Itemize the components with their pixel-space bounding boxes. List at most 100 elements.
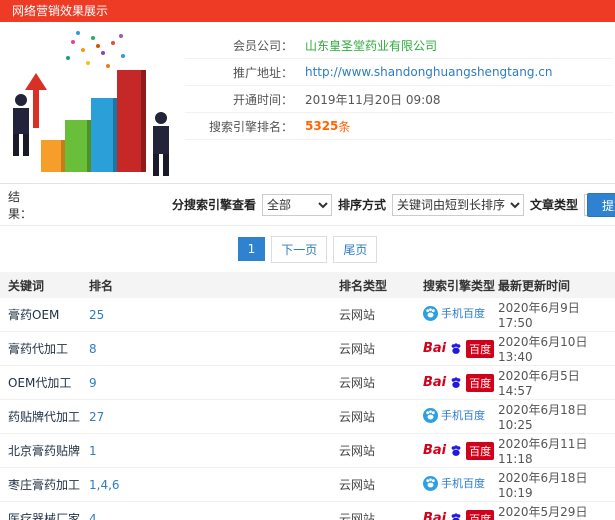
mobile-baidu-paw-icon [423, 475, 438, 491]
baidu-paw-icon [451, 444, 461, 456]
col-rank: 排名 [88, 272, 338, 298]
updated-time: 2020年6月18日 10:25 [498, 403, 588, 432]
rank-count-label: 搜索引擎排名： [208, 119, 293, 134]
page-title-bar: 网络营销效果展示 [0, 0, 615, 22]
rank-type: 云网站 [339, 444, 376, 458]
table-row: 膏药代加工 8 云网站 手机百度 Bai [0, 331, 615, 366]
page-number-current[interactable]: 1 [237, 237, 266, 261]
page-title: 网络营销效果展示 [12, 4, 109, 18]
promo-url-label: 推广地址： [232, 65, 293, 80]
baidu-paw-icon [451, 342, 461, 354]
pagination: 1 下一页 尾页 [0, 226, 615, 272]
keyword-link[interactable]: 膏药OEM [8, 308, 59, 322]
baidu-badge: Bai 百度 [423, 373, 495, 392]
article-type-label: 文章类型 [530, 198, 579, 212]
mobile-baidu-label: 手机百度 [441, 477, 485, 491]
mobile-baidu-paw-icon [423, 305, 438, 321]
col-updated: 最新更新时间 [497, 272, 615, 298]
info-row-company: 会员公司： 山东皇圣堂药业有限公司 [185, 32, 613, 59]
mobile-baidu-badge: 手机百度 [423, 475, 485, 491]
member-info-list: 会员公司： 山东皇圣堂药业有限公司 推广地址： http://www.shand… [185, 22, 615, 183]
promo-url-link[interactable]: http://www.shandonghuangshengtang.cn [305, 65, 552, 79]
rank-count-value: 5325 [305, 119, 339, 133]
col-keyword: 关键词 [0, 272, 88, 298]
result-label: 结果： [8, 189, 33, 221]
rank-type: 云网站 [339, 478, 376, 492]
info-row-rank-count: 搜索引擎排名： 5325 条 [185, 113, 613, 140]
keyword-link[interactable]: 膏药代加工 [8, 342, 68, 356]
member-info-section: 会员公司： 山东皇圣堂药业有限公司 推广地址： http://www.shand… [0, 22, 615, 184]
table-row: 枣庄膏药加工 1,4,6 云网站 手机百度 Bai [0, 467, 615, 502]
rank-type: 云网站 [339, 512, 376, 520]
baidu-logo-cjk: 百度 [466, 509, 495, 520]
bar-chart-illustration [12, 30, 169, 176]
mobile-baidu-label: 手机百度 [441, 409, 485, 423]
table-header-row: 关键词 排名 排名类型 搜索引擎类型 最新更新时间 [0, 272, 615, 298]
engine-filter-label: 分搜索引擎查看 [172, 198, 257, 212]
rank-link[interactable]: 8 [89, 342, 97, 356]
engine-filter-select[interactable]: 全部 [262, 193, 333, 216]
baidu-badge: Bai 百度 [423, 339, 495, 358]
open-time-value: 2019年11月20日 09:08 [305, 92, 441, 107]
table-row: 药贴牌代加工 27 云网站 手机百度 Bai [0, 399, 615, 434]
page: 网络营销效果展示 会员公司： 山东皇圣堂药业有限公司 推广地址： http://… [0, 0, 615, 520]
keyword-link[interactable]: OEM代加工 [8, 376, 71, 390]
col-rank-type: 排名类型 [338, 272, 422, 298]
rank-type: 云网站 [339, 410, 376, 424]
baidu-logo-text: Bai [423, 375, 447, 390]
filter-bar: 结果： 分搜索引擎查看 全部 排序方式 关键词由短到长排序 文章类型 全部 提交 [0, 184, 615, 226]
rank-type: 云网站 [339, 308, 376, 322]
info-row-open-time: 开通时间： 2019年11月20日 09:08 [185, 86, 613, 113]
table-row: 医疗器械厂家 4 云网站 手机百度 Bai [0, 501, 615, 520]
baidu-badge: Bai 百度 [423, 441, 495, 460]
company-link[interactable]: 山东皇圣堂药业有限公司 [305, 37, 437, 54]
rank-link[interactable]: 1 [89, 444, 97, 458]
table-row: OEM代加工 9 云网站 手机百度 Bai [0, 365, 615, 400]
table-row: 膏药OEM 25 云网站 手机百度 Bai [0, 298, 615, 332]
last-page-button[interactable]: 尾页 [333, 235, 378, 263]
submit-button[interactable]: 提交 [587, 193, 615, 217]
updated-time: 2020年6月10日 13:40 [498, 335, 588, 364]
mobile-baidu-label: 手机百度 [441, 307, 485, 321]
baidu-logo-text: Bai [423, 443, 447, 458]
sort-filter-label: 排序方式 [338, 198, 387, 212]
mobile-baidu-badge: 手机百度 [423, 305, 485, 321]
rank-link[interactable]: 27 [89, 410, 104, 424]
open-time-label: 开通时间： [232, 92, 293, 107]
keyword-link[interactable]: 北京膏药贴牌 [8, 444, 80, 458]
table-row: 北京膏药贴牌 1 云网站 手机百度 Bai [0, 433, 615, 468]
baidu-paw-icon [451, 376, 461, 388]
company-label: 会员公司： [232, 38, 293, 53]
keyword-link[interactable]: 医疗器械厂家 [8, 512, 80, 520]
baidu-logo-text: Bai [423, 341, 447, 356]
next-page-button[interactable]: 下一页 [271, 235, 328, 263]
baidu-logo-text: Bai [423, 511, 447, 520]
rank-type: 云网站 [339, 342, 376, 356]
filter-controls: 分搜索引擎查看 全部 排序方式 关键词由短到长排序 文章类型 全部 [172, 193, 615, 216]
updated-time: 2020年6月18日 10:19 [498, 471, 588, 500]
table-body: 膏药OEM 25 云网站 手机百度 Bai [0, 298, 615, 520]
col-engine-type: 搜索引擎类型 [422, 272, 497, 298]
mobile-baidu-badge: 手机百度 [423, 407, 485, 423]
baidu-logo-cjk: 百度 [466, 373, 495, 392]
updated-time: 2020年5月29日 10:32 [498, 505, 588, 519]
ranking-table: 关键词 排名 排名类型 搜索引擎类型 最新更新时间 膏药OEM 25 云网站 手… [0, 272, 615, 520]
keyword-link[interactable]: 枣庄膏药加工 [8, 478, 80, 492]
baidu-badge: Bai 百度 [423, 509, 495, 520]
rank-link[interactable]: 9 [89, 376, 97, 390]
updated-time: 2020年6月11日 11:18 [498, 437, 588, 466]
mobile-baidu-paw-icon [423, 407, 438, 423]
info-row-url: 推广地址： http://www.shandonghuangshengtang.… [185, 59, 613, 86]
rank-link[interactable]: 25 [89, 308, 104, 322]
rank-count-suffix: 条 [338, 119, 351, 134]
rank-link[interactable]: 1,4,6 [89, 478, 120, 492]
rank-link[interactable]: 4 [89, 512, 97, 520]
baidu-paw-icon [451, 512, 461, 520]
updated-time: 2020年6月9日 17:50 [498, 301, 580, 330]
keyword-link[interactable]: 药贴牌代加工 [8, 410, 80, 424]
baidu-logo-cjk: 百度 [466, 339, 495, 358]
updated-time: 2020年6月5日 14:57 [498, 369, 580, 398]
baidu-logo-cjk: 百度 [466, 441, 495, 460]
sort-filter-select[interactable]: 关键词由短到长排序 [392, 193, 525, 216]
rank-type: 云网站 [339, 376, 376, 390]
